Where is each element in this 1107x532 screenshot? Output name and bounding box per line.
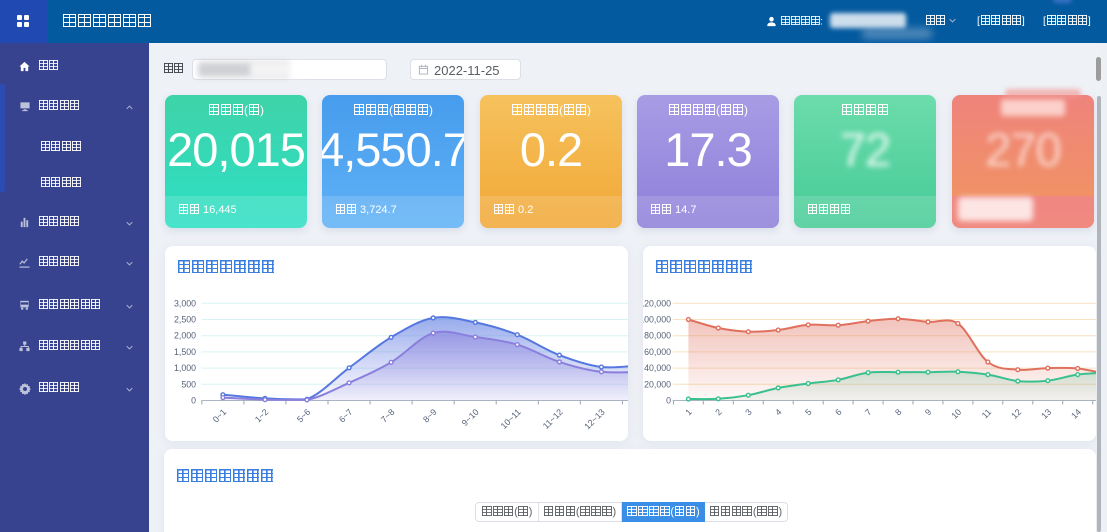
svg-text:10~11: 10~11: [499, 407, 523, 431]
svg-text:1,500: 1,500: [174, 347, 196, 357]
svg-text:40,000: 40,000: [644, 363, 671, 373]
svg-text:500: 500: [181, 379, 196, 389]
svg-text:2,000: 2,000: [174, 331, 196, 341]
svg-text:2: 2: [713, 407, 724, 418]
svg-text:11: 11: [980, 407, 994, 421]
svg-text:14: 14: [1069, 407, 1083, 421]
svg-text:9: 9: [923, 407, 934, 418]
svg-text:0: 0: [666, 396, 671, 406]
svg-text:1~2: 1~2: [253, 407, 271, 425]
svg-text:8~9: 8~9: [421, 407, 439, 425]
svg-text:9~10: 9~10: [460, 407, 481, 428]
svg-text:2,500: 2,500: [174, 315, 196, 325]
svg-text:5~6: 5~6: [295, 407, 313, 425]
svg-text:20,000: 20,000: [644, 379, 671, 389]
svg-text:11~12: 11~12: [541, 407, 565, 431]
svg-text:80,000: 80,000: [644, 331, 671, 341]
svg-text:5: 5: [803, 407, 814, 418]
svg-text:3,000: 3,000: [174, 298, 196, 308]
svg-text:8: 8: [893, 407, 904, 418]
svg-text:60,000: 60,000: [644, 347, 671, 357]
svg-text:0: 0: [191, 396, 196, 406]
svg-text:12~13: 12~13: [582, 407, 607, 432]
svg-text:100,000: 100,000: [643, 315, 671, 325]
svg-text:13: 13: [1039, 407, 1053, 421]
svg-text:1,000: 1,000: [174, 363, 196, 373]
svg-text:3: 3: [743, 407, 754, 418]
svg-text:7: 7: [863, 407, 874, 418]
svg-text:10: 10: [949, 407, 963, 421]
svg-text:6~7: 6~7: [337, 407, 355, 425]
svg-text:120,000: 120,000: [643, 298, 671, 308]
svg-text:4: 4: [773, 407, 784, 418]
svg-text:6: 6: [833, 407, 844, 418]
svg-text:0~1: 0~1: [211, 407, 229, 425]
svg-text:1: 1: [683, 407, 694, 418]
svg-text:12: 12: [1009, 407, 1023, 421]
svg-text:7~8: 7~8: [379, 407, 397, 425]
